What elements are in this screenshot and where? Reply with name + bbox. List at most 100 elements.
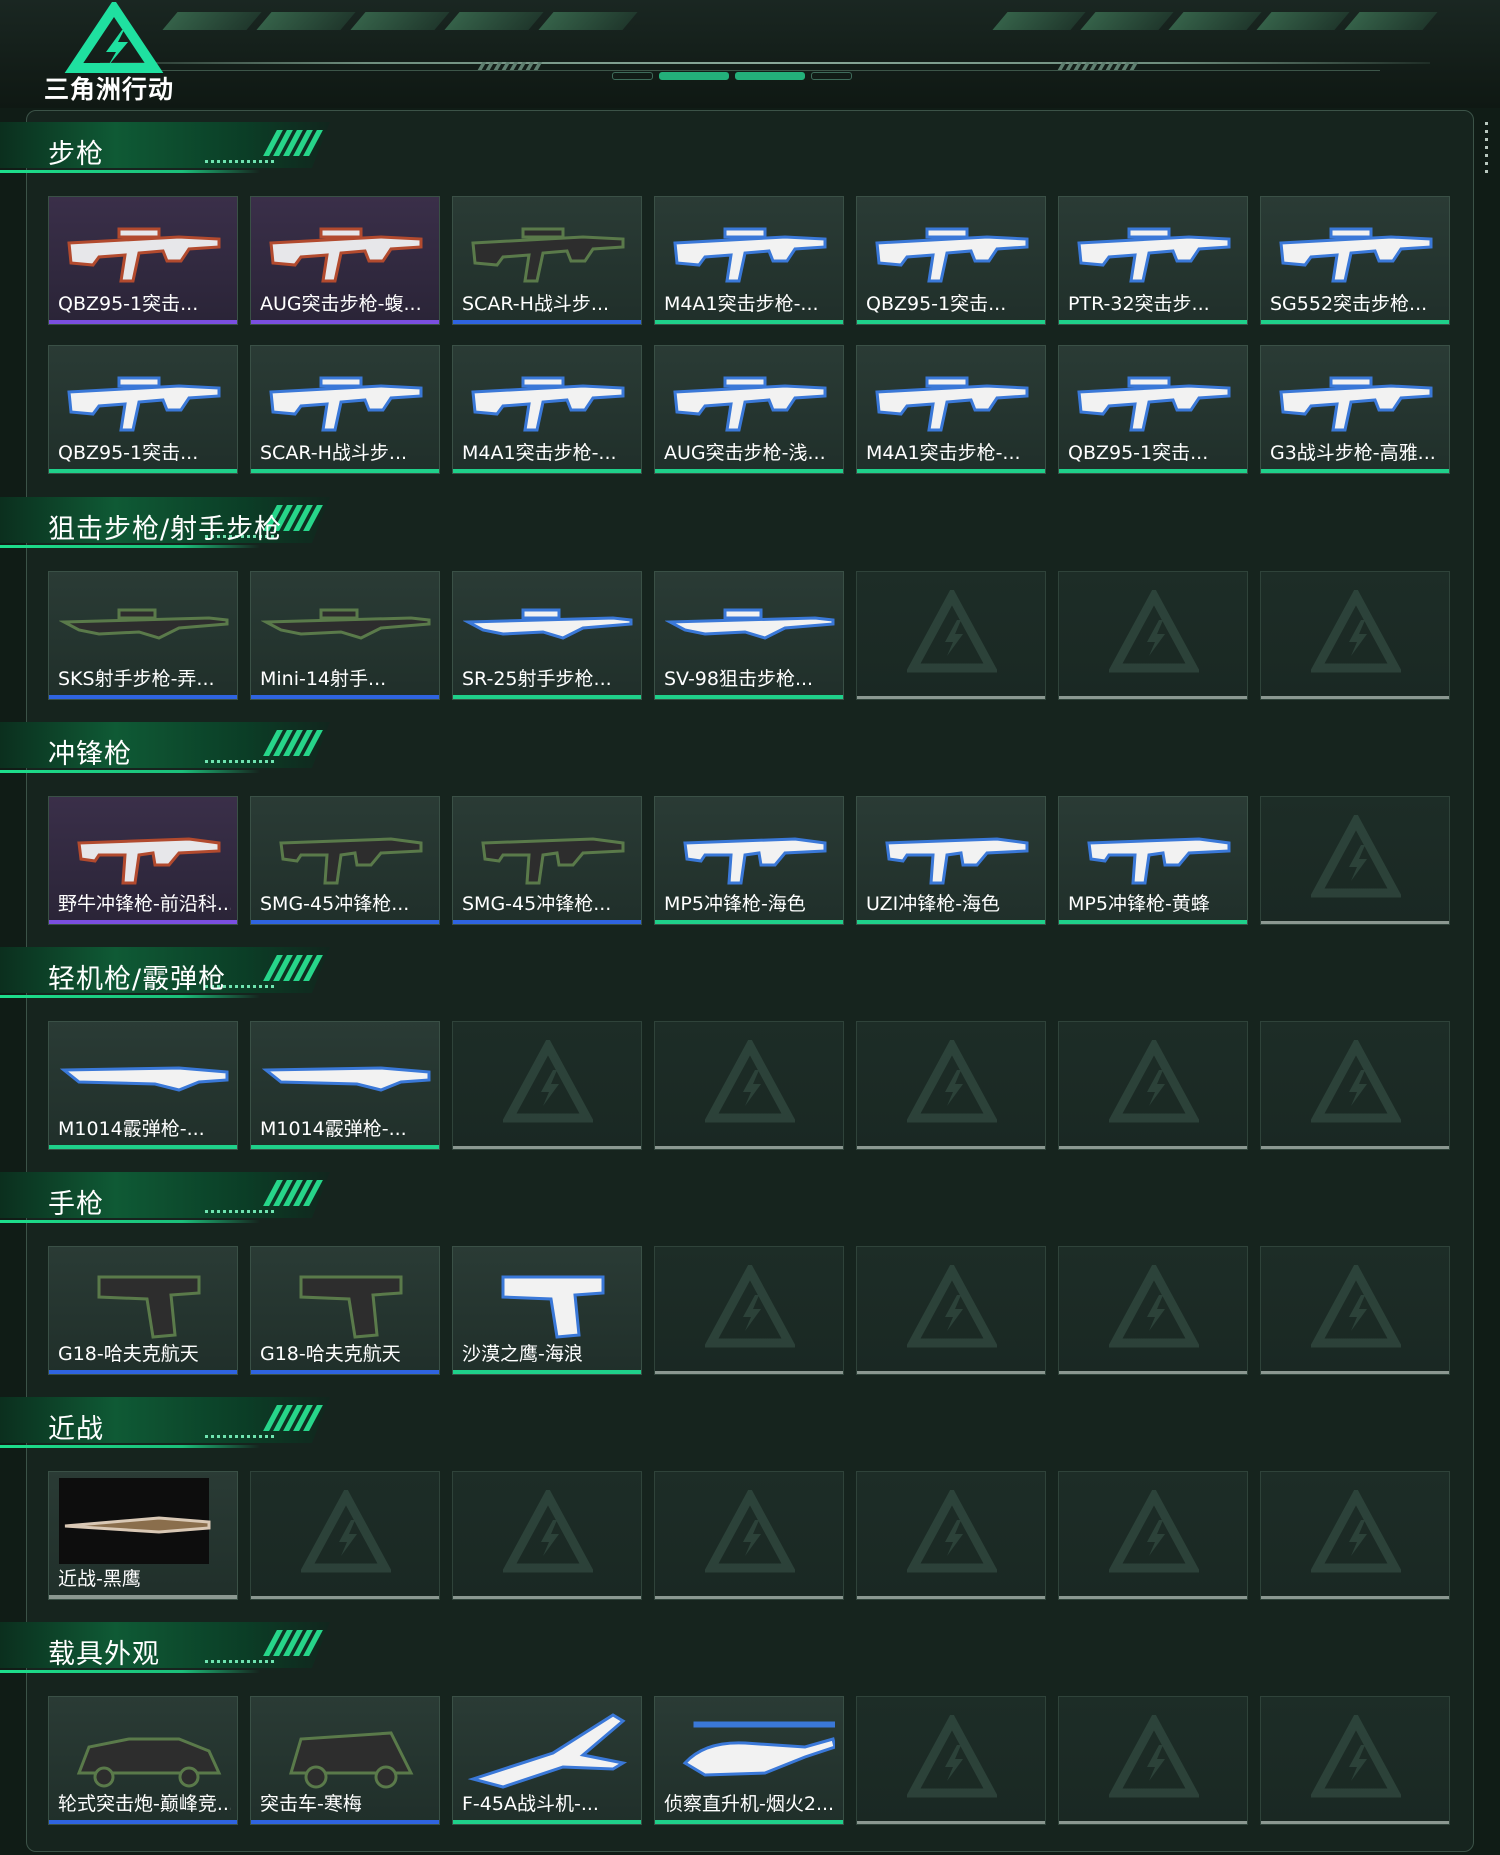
item-name: 沙漠之鹰-海浪 [462,1343,583,1365]
item-name: 近战-黑鹰 [58,1568,141,1590]
item-card[interactable]: QBZ95-1突击... [856,196,1046,325]
item-card[interactable]: 野牛冲锋枪-前沿科... [48,796,238,925]
delta-watermark-icon [301,1490,391,1573]
item-card[interactable]: SCAR-H战斗步... [250,345,440,474]
section-title: 冲锋枪 [48,739,132,770]
rarity-bar [251,695,439,699]
item-name: 突击车-寒梅 [260,1793,362,1815]
empty-slot [1058,1696,1248,1825]
pistol-icon [97,1275,201,1339]
item-card[interactable]: G18-哈夫克航天 [250,1246,440,1375]
delta-watermark-icon [705,1265,795,1348]
item-card[interactable]: M4A1突击步枪-... [452,345,642,474]
item-card[interactable]: AUG突击步枪-浅... [654,345,844,474]
rifle-icon [875,376,1029,432]
section-header-dots [205,760,274,763]
empty-slot [1260,1696,1450,1825]
item-card[interactable]: M4A1突击步枪-... [654,196,844,325]
item-name: SG552突击步枪... [1270,293,1428,315]
item-name: 侦察直升机-烟火2... [664,1793,835,1815]
item-card[interactable]: AUG突击步枪-蝮... [250,196,440,325]
section-2: 冲锋枪 野牛冲锋枪-前沿科... SMG-45冲锋枪... SMG-45冲锋枪.… [0,720,1500,925]
item-card[interactable]: Mini-14射手... [250,571,440,700]
rarity-bar [857,920,1045,924]
empty-slot [856,571,1046,700]
item-card[interactable]: SMG-45冲锋枪... [250,796,440,925]
delta-watermark-icon [1311,590,1401,673]
item-card[interactable]: 突击车-寒梅 [250,1696,440,1825]
item-card[interactable]: SR-25射手步枪... [452,571,642,700]
item-grid: 轮式突击炮-巅峰竞... 突击车-寒梅 F-45A战斗机-... 侦察直升机-烟… [48,1696,1450,1825]
slot-bottom-bar [251,1596,439,1599]
rarity-bar [251,1145,439,1149]
section-header-underline [0,170,260,173]
item-name: 野牛冲锋枪-前沿科... [58,893,231,915]
item-name: SCAR-H战斗步... [462,293,610,315]
item-name: M4A1突击步枪-... [462,442,617,464]
delta-watermark-icon [907,1265,997,1348]
item-card[interactable]: 侦察直升机-烟火2... [654,1696,844,1825]
item-card[interactable]: M4A1突击步枪-... [856,345,1046,474]
section-title: 近战 [48,1414,104,1445]
section-header-stripes [263,1405,323,1431]
rifle-icon [67,227,221,283]
section-title: 狙击步枪/射手步枪 [48,514,283,545]
item-name: M1014霰弹枪-... [260,1118,407,1140]
item-card[interactable]: SCAR-H战斗步... [452,196,642,325]
item-card[interactable]: G18-哈夫克航天 [48,1246,238,1375]
item-card[interactable]: MP5冲锋枪-海色 [654,796,844,925]
item-name: AUG突击步枪-浅... [664,442,826,464]
item-card[interactable]: PTR-32突击步... [1058,196,1248,325]
slot-bottom-bar [1261,1821,1449,1824]
item-card[interactable]: QBZ95-1突击... [48,345,238,474]
delta-watermark-icon [1109,1265,1199,1348]
item-name: SMG-45冲锋枪... [260,893,410,915]
item-card[interactable]: 沙漠之鹰-海浪 [452,1246,642,1375]
slot-bottom-bar [1261,921,1449,924]
item-card[interactable]: SMG-45冲锋枪... [452,796,642,925]
empty-slot [452,1021,642,1150]
section-header-dots [205,1660,274,1663]
item-card[interactable]: QBZ95-1突击... [1058,345,1248,474]
item-card[interactable]: F-45A战斗机-... [452,1696,642,1825]
item-name: SR-25射手步枪... [462,668,612,690]
delta-watermark-icon [1311,1040,1401,1123]
rarity-bar [655,1820,843,1824]
delta-watermark-icon [1311,1715,1401,1798]
item-name: SCAR-H战斗步... [260,442,408,464]
rarity-bar [49,1370,237,1374]
item-card[interactable]: 轮式突击炮-巅峰竞... [48,1696,238,1825]
slot-bottom-bar [453,1596,641,1599]
item-card[interactable]: QBZ95-1突击... [48,196,238,325]
section-title: 手枪 [48,1189,104,1220]
rifle-icon [1279,227,1433,283]
item-card[interactable]: MP5冲锋枪-黄蜂 [1058,796,1248,925]
rarity-bar [251,1820,439,1824]
item-card[interactable]: G3战斗步枪-高雅... [1260,345,1450,474]
item-card[interactable]: 近战-黑鹰 [48,1471,238,1600]
item-name: M1014霰弹枪-... [58,1118,205,1140]
section-title: 步枪 [48,139,104,170]
item-card[interactable]: SV-98狙击步枪... [654,571,844,700]
section-header: 冲锋枪 [0,720,340,776]
rarity-bar [453,695,641,699]
rifle-icon [471,227,625,283]
rarity-bar [453,469,641,473]
empty-slot [1058,1246,1248,1375]
section-header-underline [0,1445,260,1448]
item-card[interactable]: M1014霰弹枪-... [250,1021,440,1150]
item-name: M4A1突击步枪-... [664,293,819,315]
item-card[interactable]: SG552突击步枪... [1260,196,1450,325]
item-card[interactable]: UZI冲锋枪-海色 [856,796,1046,925]
item-card[interactable]: SKS射手步枪-弄... [48,571,238,700]
item-name: G18-哈夫克航天 [58,1343,199,1365]
slot-bottom-bar [857,696,1045,699]
empty-slot [1058,1471,1248,1600]
section-header-dots [205,1435,274,1438]
rarity-bar [49,920,237,924]
item-card[interactable]: M1014霰弹枪-... [48,1021,238,1150]
rifle-icon [673,227,827,283]
item-grid: M1014霰弹枪-... M1014霰弹枪-... [48,1021,1450,1150]
rifle-icon [269,376,423,432]
rifle-icon [67,376,221,432]
